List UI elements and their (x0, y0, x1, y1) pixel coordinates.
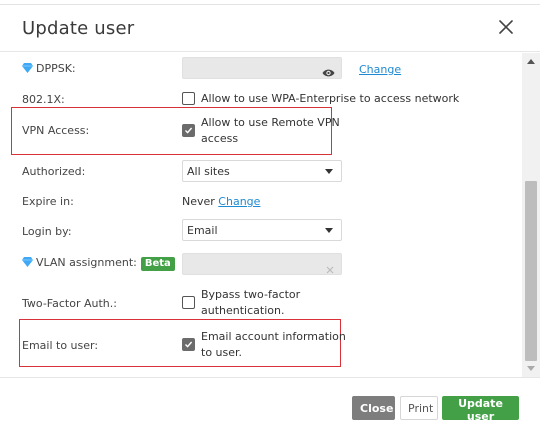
print-button[interactable]: Print (400, 396, 438, 420)
email-user-checkbox-label-line2: to user. (201, 346, 243, 359)
email-user-label: Email to user: (22, 339, 99, 352)
vpn-row: VPN Access: Allow to use Remote VPN acce… (0, 113, 522, 147)
dppsk-row: DPPSK: Change (0, 57, 522, 79)
vpn-checkbox-label-line1: Allow to use Remote VPN (201, 116, 340, 129)
eye-icon[interactable] (322, 63, 335, 82)
vlan-row: VLAN assignment: Beta (0, 253, 522, 275)
authorized-select[interactable]: All sites (182, 160, 342, 182)
close-button[interactable]: Close (352, 396, 395, 420)
vpn-checkbox-label-line2: access (201, 132, 239, 145)
dialog-body: DPPSK: Change 802.1X: Allow to use WPA-E… (0, 53, 522, 377)
two-factor-row: Two-Factor Auth.: Bypass two-factor auth… (0, 286, 522, 320)
dppsk-input[interactable] (182, 57, 342, 79)
login-by-label: Login by: (22, 225, 72, 238)
expire-value-group: Never Change (182, 195, 260, 208)
dot1x-checkbox-label: Allow to use WPA-Enterprise to access ne… (201, 92, 460, 105)
expire-change-link[interactable]: Change (218, 195, 260, 208)
dppsk-label: DPPSK: (22, 62, 76, 76)
clear-icon[interactable] (326, 259, 334, 278)
two-factor-checkbox-label-line2: authentication. (201, 304, 285, 317)
expire-value: Never (182, 195, 215, 208)
chevron-down-icon (325, 228, 333, 233)
login-by-row: Login by: Email (0, 219, 522, 241)
authorized-select-value: All sites (187, 165, 230, 178)
authorized-row: Authorized: All sites (0, 160, 522, 182)
vlan-label: VLAN assignment: Beta (22, 256, 175, 271)
two-factor-checkbox-label-line1: Bypass two-factor (201, 288, 301, 301)
vpn-label: VPN Access: (22, 124, 90, 137)
authorized-label: Authorized: (22, 165, 86, 178)
login-by-select-value: Email (187, 224, 218, 237)
two-factor-checkbox[interactable] (182, 296, 195, 309)
close-icon[interactable] (494, 15, 518, 39)
scroll-down-arrow-icon[interactable] (527, 366, 535, 371)
dialog-header: Update user (0, 5, 540, 52)
scroll-up-arrow-icon[interactable] (527, 59, 535, 64)
beta-badge: Beta (140, 257, 175, 271)
diamond-icon (22, 62, 33, 76)
vlan-input[interactable] (182, 253, 342, 275)
email-user-row: Email to user: Email account information… (0, 326, 522, 360)
vpn-checkbox[interactable] (182, 124, 195, 137)
dialog-footer: Close Print Update user (0, 377, 540, 427)
login-by-select[interactable]: Email (182, 219, 342, 241)
dot1x-checkbox[interactable] (182, 92, 195, 105)
update-user-button[interactable]: Update user (442, 396, 519, 423)
vertical-scrollbar[interactable] (522, 53, 540, 377)
two-factor-label: Two-Factor Auth.: (22, 297, 117, 310)
dot1x-label: 802.1X: (22, 93, 65, 106)
expire-label: Expire in: (22, 195, 74, 208)
dppsk-change-link[interactable]: Change (359, 63, 401, 76)
expire-row: Expire in: Never Change (0, 193, 522, 211)
scroll-thumb[interactable] (525, 181, 537, 361)
update-user-dialog: Update user DPPSK: Change 802.1X: Allow (0, 0, 540, 427)
dialog-title: Update user (22, 18, 135, 39)
chevron-down-icon (325, 169, 333, 174)
email-user-checkbox[interactable] (182, 338, 195, 351)
email-user-checkbox-label-line1: Email account information (201, 330, 346, 343)
diamond-icon (22, 256, 33, 270)
